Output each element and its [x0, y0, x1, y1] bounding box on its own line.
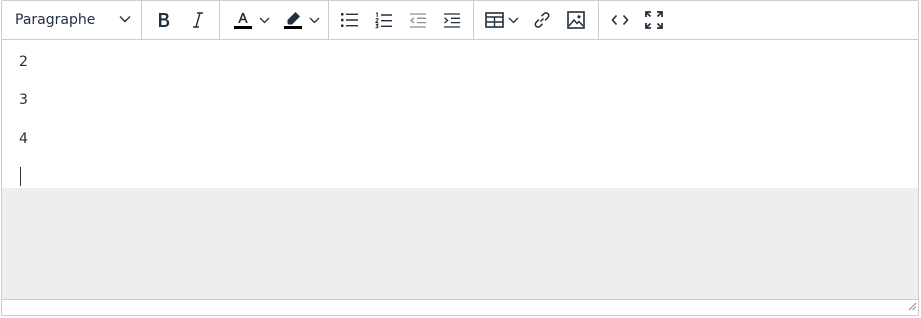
paragraph: 2: [19, 54, 28, 70]
fullscreen-button[interactable]: [642, 1, 666, 39]
numbered-list-icon: [375, 11, 393, 29]
toolbar-divider: [473, 1, 474, 39]
chevron-down-icon: [508, 17, 519, 24]
outdent-icon: [409, 12, 427, 28]
indent-button[interactable]: [440, 1, 464, 39]
code-icon: [611, 14, 629, 26]
italic-button[interactable]: [186, 1, 210, 39]
chevron-down-icon: [259, 17, 270, 24]
editor-statusbar: [2, 296, 918, 315]
editor-content-area[interactable]: 2 3 4: [2, 40, 918, 188]
block-format-select[interactable]: Paragraphe: [2, 1, 140, 39]
link-button[interactable]: [530, 1, 554, 39]
editor-toolbar: Paragraphe: [2, 1, 918, 40]
indent-icon: [443, 12, 461, 28]
text-cursor: [20, 167, 21, 186]
image-icon: [567, 11, 585, 29]
chevron-down-icon: [309, 17, 320, 24]
source-code-button[interactable]: [608, 1, 632, 39]
highlight-color-button[interactable]: [278, 1, 324, 39]
bold-button[interactable]: [152, 1, 176, 39]
text-color-icon: [233, 10, 253, 30]
block-format-label: Paragraphe: [15, 12, 96, 28]
highlight-icon: [283, 10, 303, 30]
table-button[interactable]: [482, 1, 522, 39]
empty-editor-area: [2, 188, 918, 299]
table-icon: [485, 12, 504, 28]
outdent-button[interactable]: [406, 1, 430, 39]
image-button[interactable]: [564, 1, 588, 39]
paragraph: 3: [19, 92, 28, 108]
text-color-button[interactable]: [228, 1, 274, 39]
resize-handle-icon[interactable]: [907, 296, 917, 315]
bold-icon: [157, 12, 171, 28]
toolbar-divider: [219, 1, 220, 39]
bullet-list-button[interactable]: [338, 1, 362, 39]
italic-icon: [192, 12, 204, 28]
chevron-down-icon: [119, 15, 131, 23]
toolbar-divider: [141, 1, 142, 39]
paragraph: 4: [19, 131, 28, 147]
bullet-list-icon: [341, 12, 359, 28]
link-icon: [533, 11, 551, 29]
toolbar-divider: [328, 1, 329, 39]
fullscreen-icon: [645, 11, 663, 29]
numbered-list-button[interactable]: [372, 1, 396, 39]
toolbar-divider: [598, 1, 599, 39]
rich-text-editor: Paragraphe 2 3 4: [1, 0, 919, 316]
